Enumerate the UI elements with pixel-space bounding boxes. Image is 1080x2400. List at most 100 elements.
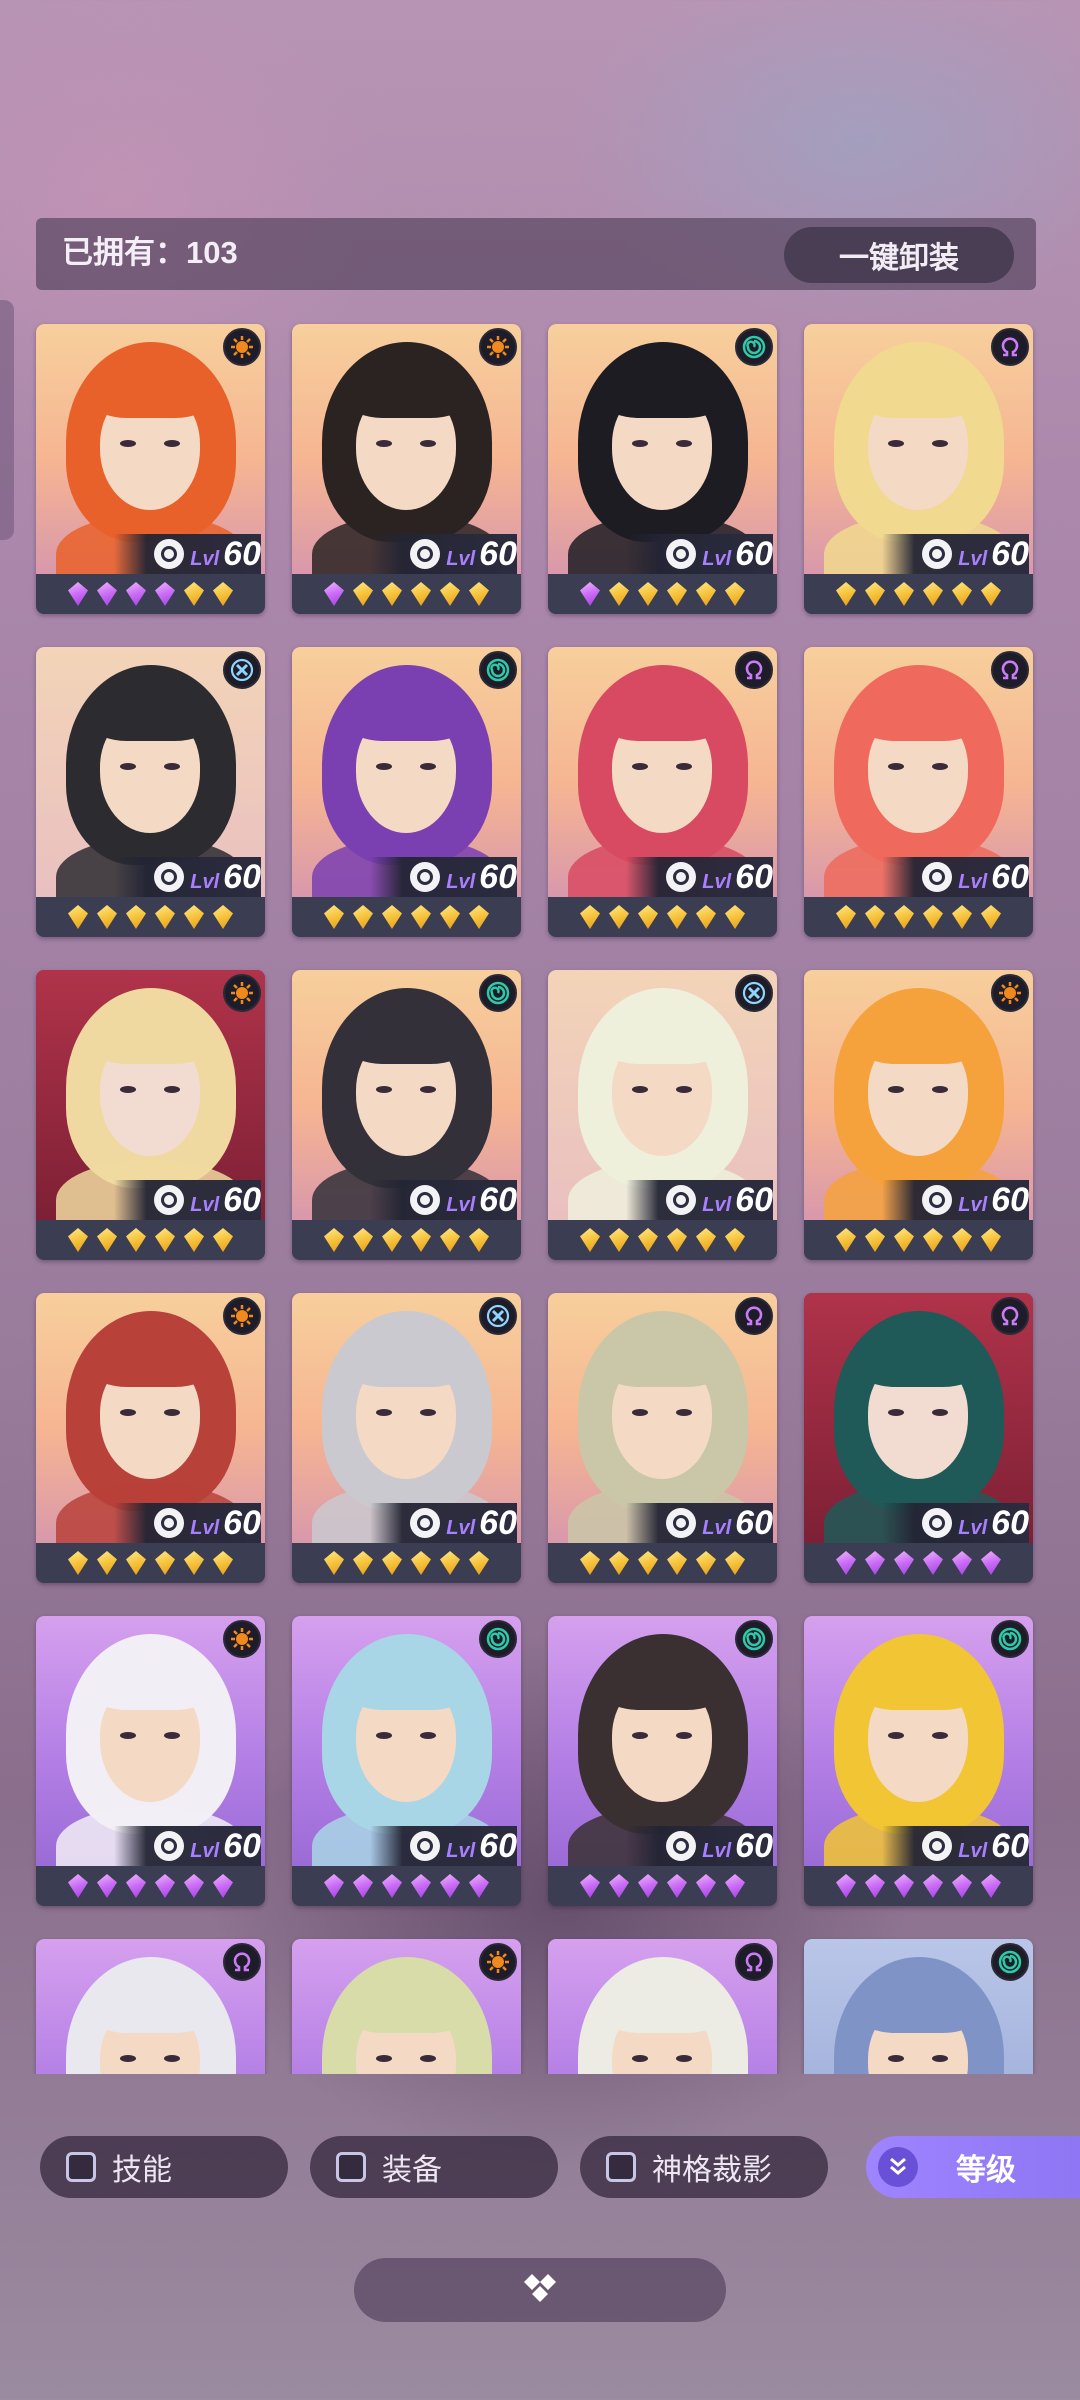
camera-shutter-icon [666, 1831, 697, 1861]
hero-eye [932, 440, 948, 447]
hero-card[interactable]: Lvl60 [804, 1293, 1033, 1583]
camera-shutter-icon [154, 1185, 185, 1215]
checkbox[interactable] [336, 2152, 366, 2182]
hero-eye [932, 763, 948, 770]
hero-portrait: Lvl60 [292, 647, 521, 897]
hero-fringe [348, 1654, 466, 1710]
hero-eye [632, 1732, 648, 1739]
purple-gem-icon [865, 1874, 885, 1898]
hero-card[interactable]: Lvl60 [548, 647, 777, 937]
purple-gem-icon [981, 1551, 1001, 1575]
purple-gem-icon [126, 1874, 146, 1898]
level-prefix: Lvl [958, 1193, 988, 1216]
level-text: Lvl 60 [446, 858, 517, 897]
hero-card[interactable]: Lvl60 [804, 324, 1033, 614]
gold-gem-icon [411, 905, 431, 929]
hero-fringe [604, 685, 722, 741]
level-text: Lvl 60 [190, 535, 261, 574]
gold-gem-icon [184, 582, 204, 606]
level-prefix: Lvl [446, 1839, 476, 1862]
hero-card[interactable]: Lvl60 [292, 1939, 521, 2074]
hero-eye [888, 2055, 904, 2062]
hero-card[interactable]: Lvl60 [36, 1616, 265, 1906]
level-text: Lvl 60 [702, 1181, 773, 1220]
hero-card[interactable]: Lvl60 [36, 1293, 265, 1583]
star-gems [804, 1866, 1033, 1906]
hero-portrait: Lvl60 [548, 1616, 777, 1866]
hero-portrait: Lvl60 [804, 1939, 1033, 2074]
hero-card[interactable]: Lvl60 [36, 324, 265, 614]
purple-gem-icon [68, 1874, 88, 1898]
omega-faction-icon [991, 651, 1029, 689]
hero-card[interactable]: Lvl60 [548, 970, 777, 1260]
gold-gem-icon [97, 1228, 117, 1252]
checkbox[interactable] [66, 2152, 96, 2182]
gold-gem-icon [836, 905, 856, 929]
hero-card[interactable]: Lvl60 [36, 970, 265, 1260]
gold-gem-icon [836, 582, 856, 606]
gold-gem-icon [580, 905, 600, 929]
collapse-button[interactable] [354, 2258, 726, 2322]
camera-shutter-icon [922, 539, 953, 569]
checkbox[interactable] [606, 2152, 636, 2182]
hero-card[interactable]: Lvl60 [36, 647, 265, 937]
hero-card[interactable]: Lvl60 [292, 970, 521, 1260]
hero-card[interactable]: Lvl60 [548, 1293, 777, 1583]
sort-level-button[interactable]: 等级 [866, 2136, 1080, 2198]
hero-card[interactable]: Lvl60 [548, 1616, 777, 1906]
hero-card[interactable]: Lvl60 [292, 1616, 521, 1906]
hero-card[interactable]: Lvl60 [292, 324, 521, 614]
filter-divine-shadow[interactable]: 神格裁影 [580, 2136, 828, 2198]
hero-portrait: Lvl60 [804, 970, 1033, 1220]
level-number: 60 [223, 1826, 261, 1865]
hero-eye [420, 2055, 436, 2062]
level-bar: Lvl 60 [882, 1180, 1029, 1220]
hero-card[interactable]: Lvl60 [292, 647, 521, 937]
gold-gem-icon [324, 1551, 344, 1575]
hero-eye [376, 1409, 392, 1416]
gold-gem-icon [382, 905, 402, 929]
hero-eye [420, 763, 436, 770]
purple-gem-icon [353, 1874, 373, 1898]
hero-card[interactable]: Lvl60 [804, 647, 1033, 937]
hero-card[interactable]: Lvl60 [804, 1616, 1033, 1906]
hero-card[interactable]: Lvl60 [292, 1293, 521, 1583]
hero-card[interactable]: Lvl60 [36, 1939, 265, 2074]
hero-portrait: Lvl60 [548, 324, 777, 574]
cross-faction-icon [735, 974, 773, 1012]
camera-shutter-icon [410, 539, 441, 569]
omega-faction-icon [991, 328, 1029, 366]
hero-fringe [92, 362, 210, 418]
unequip-all-button[interactable]: 一键卸装 [784, 227, 1014, 283]
gold-gem-icon [126, 1551, 146, 1575]
hero-portrait: Lvl60 [804, 324, 1033, 574]
purple-gem-icon [213, 1874, 233, 1898]
star-gems [36, 897, 265, 937]
owned-label: 已拥有： [62, 235, 186, 270]
level-number: 60 [991, 1503, 1029, 1542]
hero-card[interactable]: Lvl60 [548, 1939, 777, 2074]
level-text: Lvl 60 [958, 1827, 1029, 1866]
sun-faction-icon [223, 974, 261, 1012]
hero-card[interactable]: Lvl60 [804, 1939, 1033, 2074]
swirl-faction-icon [991, 1620, 1029, 1658]
level-prefix: Lvl [190, 547, 220, 570]
gold-gem-icon [469, 582, 489, 606]
hero-portrait: Lvl60 [36, 647, 265, 897]
hero-eye [164, 763, 180, 770]
filter-equipment[interactable]: 装备 [310, 2136, 558, 2198]
cross-faction-icon [223, 651, 261, 689]
hero-card[interactable]: Lvl60 [548, 324, 777, 614]
star-gems [548, 897, 777, 937]
hero-eye [376, 763, 392, 770]
camera-shutter-icon [666, 539, 697, 569]
hero-portrait: Lvl60 [804, 1616, 1033, 1866]
camera-shutter-icon [154, 539, 185, 569]
hero-portrait: Lvl60 [36, 1616, 265, 1866]
level-number: 60 [991, 1180, 1029, 1219]
hero-eye [420, 440, 436, 447]
camera-shutter-icon [410, 1185, 441, 1215]
hero-card[interactable]: Lvl60 [804, 970, 1033, 1260]
filter-skill[interactable]: 技能 [40, 2136, 288, 2198]
gold-gem-icon [609, 1228, 629, 1252]
